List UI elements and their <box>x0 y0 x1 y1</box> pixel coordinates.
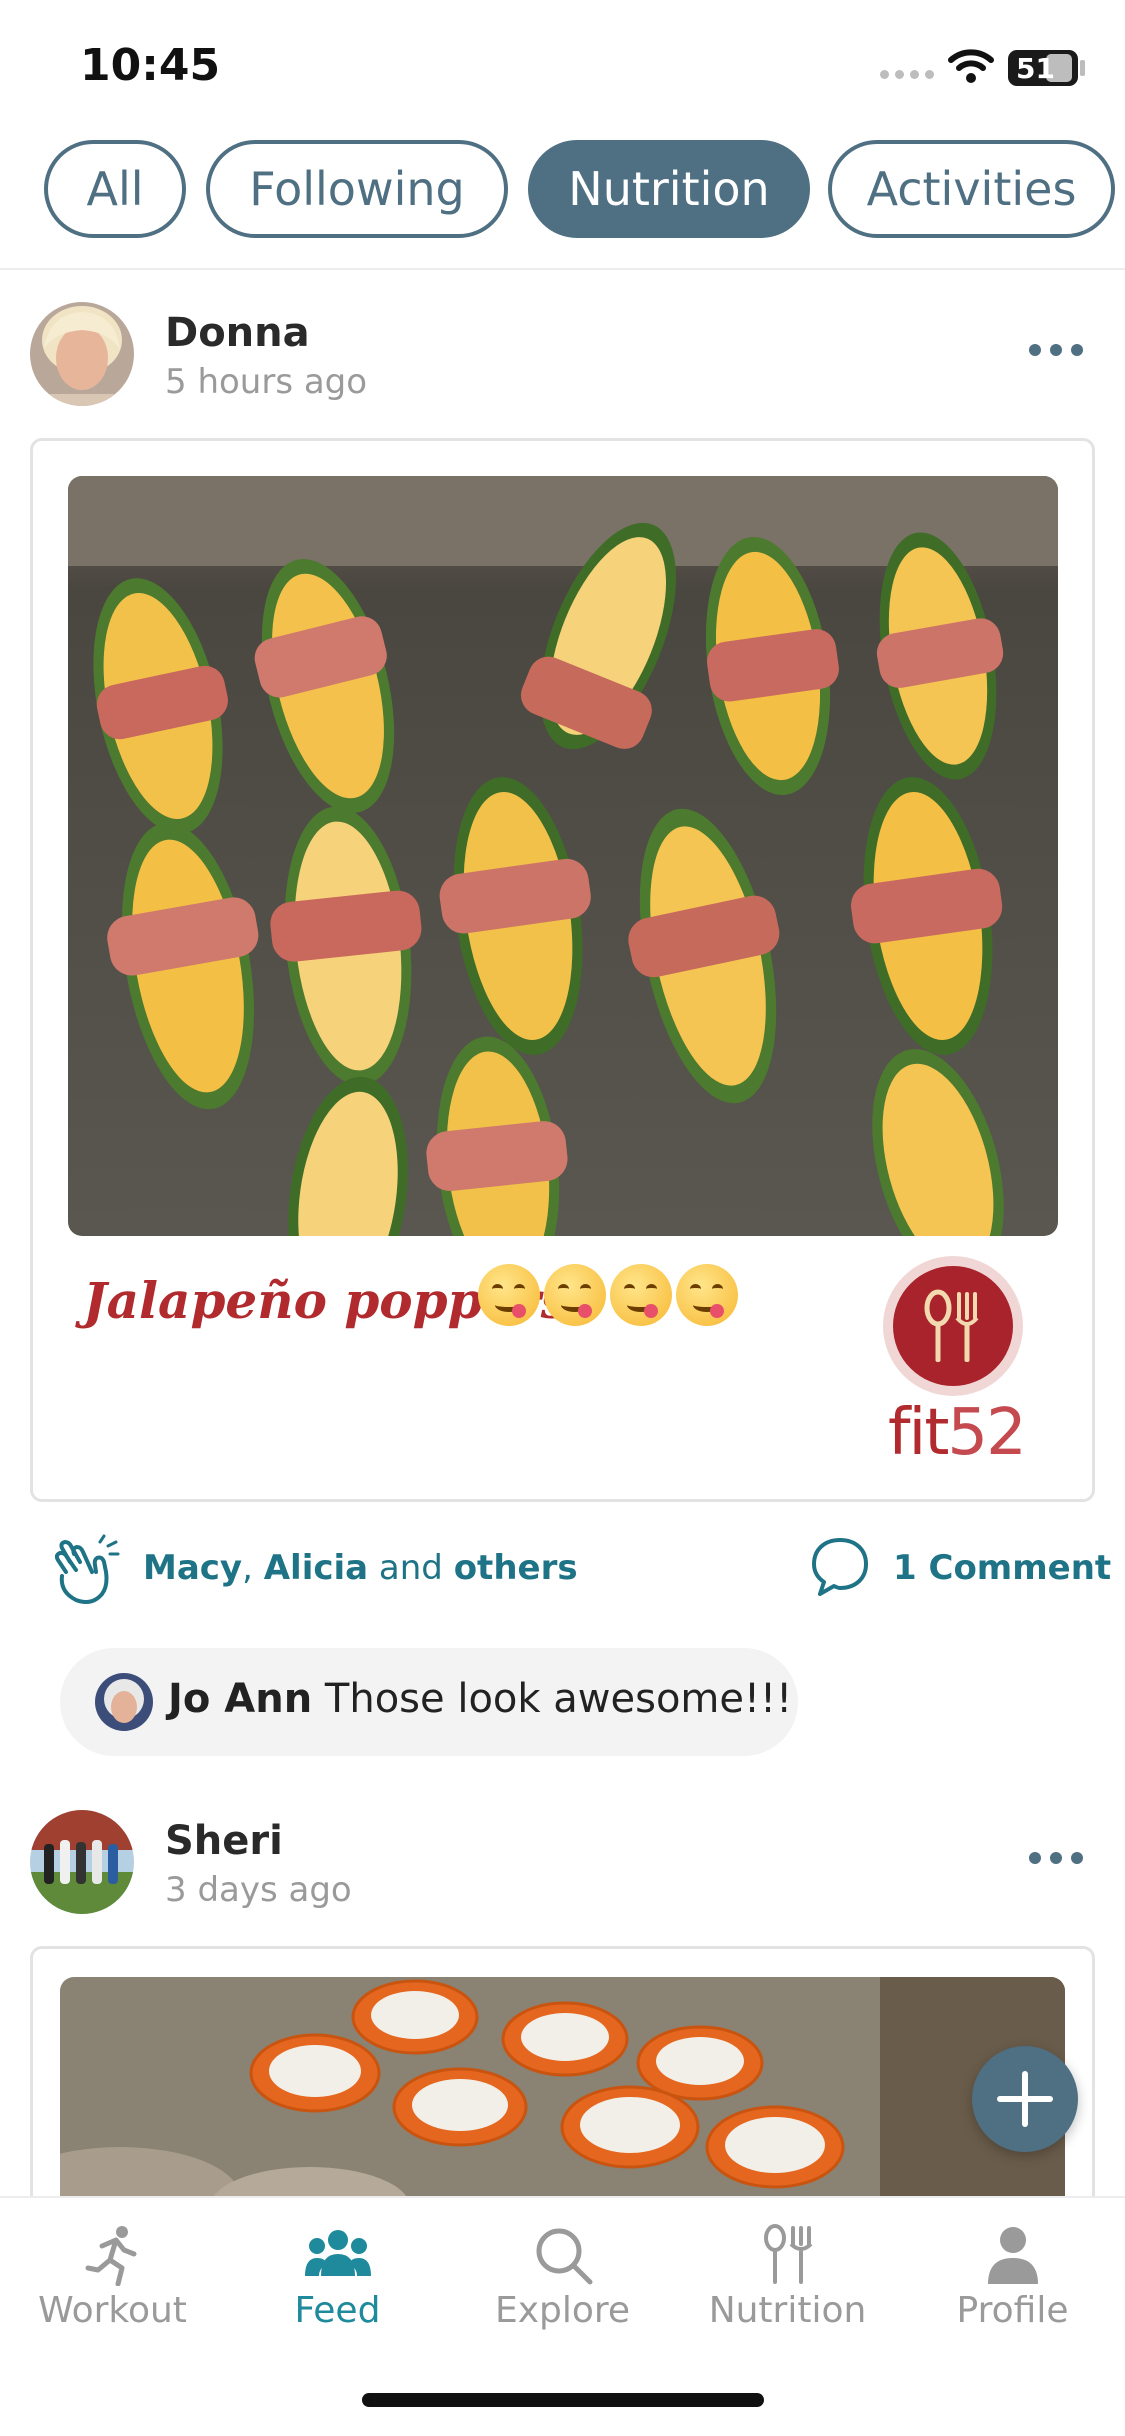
post-header: Sheri 3 days ago <box>0 1810 1125 1920</box>
home-indicator[interactable] <box>362 2393 764 2407</box>
post-card[interactable] <box>30 1946 1095 2206</box>
filter-chip-nutrition[interactable]: Nutrition <box>528 140 810 238</box>
clapping-hands-icon[interactable] <box>48 1532 124 1608</box>
jars-on-counter-photo <box>60 1977 1065 2203</box>
reaction-name[interactable]: Alicia <box>264 1548 368 1588</box>
post-timestamp: 5 hours ago <box>165 362 368 402</box>
post-reactions-row: Macy, Alicia and others 1 Comment <box>0 1530 1125 1610</box>
tab-explore[interactable]: Explore <box>450 2224 675 2344</box>
battery-tip <box>1080 60 1085 76</box>
reaction-conjunction: and <box>368 1548 454 1588</box>
face-savoring-food-emoji <box>544 1264 606 1326</box>
tab-profile[interactable]: Profile <box>900 2224 1125 2344</box>
cellular-signal-icon <box>880 70 934 79</box>
more-options-icon[interactable] <box>1029 344 1083 356</box>
reaction-names[interactable]: Macy, Alicia and others <box>143 1548 578 1588</box>
header-divider <box>0 268 1125 270</box>
tab-label: Feed <box>294 2290 381 2331</box>
reaction-name[interactable]: Macy <box>143 1548 242 1588</box>
people-group-icon <box>304 2230 371 2276</box>
post-header: Donna 5 hours ago <box>0 302 1125 412</box>
reaction-separator: , <box>242 1548 264 1588</box>
tab-label: Nutrition <box>708 2290 867 2331</box>
status-time: 10:45 <box>80 40 221 91</box>
filter-chip-all[interactable]: All <box>44 140 186 238</box>
more-options-icon[interactable] <box>1029 1852 1083 1864</box>
filter-chip-following[interactable]: Following <box>206 140 508 238</box>
tab-feed[interactable]: Feed <box>225 2224 450 2344</box>
comment-bubble-icon[interactable] <box>808 1534 872 1598</box>
feed-filter-chips: All Following Nutrition Activities <box>0 140 1125 238</box>
post-author[interactable]: Sheri <box>165 1818 283 1864</box>
avatar[interactable] <box>95 1673 153 1731</box>
spoon-fork-icon <box>763 2224 812 2284</box>
reaction-others-link[interactable]: others <box>454 1548 578 1588</box>
wifi-icon <box>948 49 994 83</box>
running-person-icon <box>85 2226 136 2286</box>
post-card[interactable]: Jalapeño poppers fit52 <box>30 438 1095 1502</box>
status-bar: 10:45 51 <box>0 0 1125 130</box>
brand-text-fit: fit <box>888 1396 949 1470</box>
avatar[interactable] <box>30 1810 134 1914</box>
tab-nutrition[interactable]: Nutrition <box>675 2224 900 2344</box>
caption-emojis <box>478 1264 738 1326</box>
tab-label: Explore <box>494 2290 631 2331</box>
battery-level: 51 <box>1016 52 1055 85</box>
person-icon <box>987 2227 1038 2284</box>
comment-count-link[interactable]: 1 Comment <box>893 1548 1111 1588</box>
post-photo[interactable] <box>60 1977 1065 2203</box>
face-savoring-food-emoji <box>478 1264 540 1326</box>
post-author[interactable]: Donna <box>165 310 310 356</box>
comment-author[interactable]: Jo Ann <box>168 1676 312 1722</box>
face-savoring-food-emoji <box>676 1264 738 1326</box>
face-savoring-food-emoji <box>610 1264 672 1326</box>
brand-logo-text: fit52 <box>888 1396 1027 1470</box>
comment-text: Jo Ann Those look awesome!!! <box>168 1676 792 1722</box>
tab-label: Workout <box>38 2290 187 2331</box>
avatar[interactable] <box>30 302 134 406</box>
battery-icon: 51 <box>1008 50 1078 86</box>
tab-workout[interactable]: Workout <box>0 2224 225 2344</box>
create-post-button[interactable] <box>972 2046 1078 2152</box>
tab-label: Profile <box>956 2290 1069 2331</box>
spoon-fork-icon <box>883 1256 1023 1396</box>
brand-text-52: 52 <box>947 1396 1026 1470</box>
jalapeno-poppers-photo <box>68 476 1058 1236</box>
search-icon <box>536 2228 592 2285</box>
top-comment[interactable]: Jo Ann Those look awesome!!! <box>60 1648 798 1756</box>
comment-body: Those look awesome!!! <box>324 1676 793 1722</box>
filter-chip-activities[interactable]: Activities <box>828 140 1115 238</box>
post-timestamp: 3 days ago <box>165 1870 352 1910</box>
post-photo[interactable] <box>68 476 1058 1236</box>
